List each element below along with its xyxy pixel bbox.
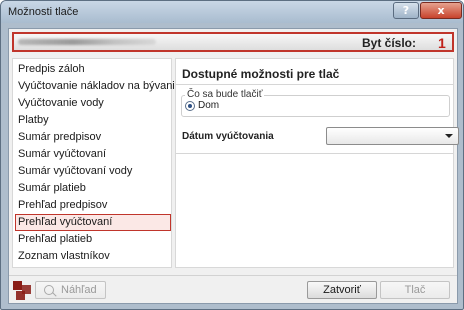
- radio-dom[interactable]: [185, 101, 195, 111]
- list-item[interactable]: Prehľad predpisov: [15, 197, 171, 214]
- magnifier-icon: [44, 285, 54, 295]
- list-item[interactable]: Zoznam vlastníkov: [15, 248, 171, 265]
- close-button[interactable]: Zatvoriť: [307, 281, 377, 299]
- close-window-button[interactable]: x: [420, 2, 462, 19]
- chevron-down-icon: [445, 134, 453, 138]
- radio-dom-label[interactable]: Dom: [198, 100, 219, 111]
- divider: [176, 153, 453, 154]
- list-item[interactable]: Sumár vyúčtovaní: [15, 146, 171, 163]
- list-item[interactable]: Vyúčtovanie nákladov na bývanie: [15, 78, 181, 95]
- help-icon: ?: [402, 4, 410, 17]
- app-logo-icon: [13, 281, 33, 301]
- list-item[interactable]: Platby: [15, 112, 171, 129]
- apartment-number-label: Byt číslo:: [362, 36, 417, 50]
- options-panel: Dostupné možnosti pre tlač Čo sa bude tl…: [175, 58, 459, 268]
- list-item[interactable]: Vyúčtovanie vody: [15, 95, 171, 112]
- footer-divider: [9, 275, 457, 276]
- help-button[interactable]: ?: [393, 2, 419, 19]
- divider: [176, 84, 453, 85]
- print-button[interactable]: Tlač: [380, 281, 450, 299]
- date-select[interactable]: [326, 127, 459, 145]
- report-list: Predpis záloh Vyúčtovanie nákladov na bý…: [12, 58, 181, 268]
- window-title: Možnosti tlače: [8, 6, 79, 18]
- list-item[interactable]: Sumár predpisov: [15, 129, 171, 146]
- list-item-selected[interactable]: Prehľad vyúčtovaní: [15, 214, 171, 231]
- close-icon: x: [437, 4, 445, 17]
- dialog-content: Byt číslo: 1 Predpis záloh Vyúčtovanie n…: [8, 28, 459, 304]
- list-item[interactable]: Sumár platieb: [15, 180, 171, 197]
- options-title: Dostupné možnosti pre tlač: [182, 67, 340, 81]
- print-options-window: Možnosti tlače ? x Byt číslo: 1 Predpis …: [0, 0, 464, 310]
- list-item[interactable]: Prehľad platieb: [15, 231, 171, 248]
- date-label: Dátum vyúčtovania: [182, 131, 274, 142]
- list-item[interactable]: Sumár vyúčtovaní vody: [15, 163, 171, 180]
- preview-label: Náhľad: [61, 284, 97, 296]
- preview-button[interactable]: Náhľad: [35, 281, 106, 299]
- list-item[interactable]: Predpis záloh: [15, 61, 171, 78]
- apartment-header: Byt číslo: 1: [12, 32, 454, 52]
- title-bar: Možnosti tlače ? x: [1, 1, 463, 23]
- redacted-address: [18, 39, 156, 45]
- print-target-legend: Čo sa bude tlačiť: [185, 89, 265, 100]
- apartment-number-value: 1: [438, 35, 446, 51]
